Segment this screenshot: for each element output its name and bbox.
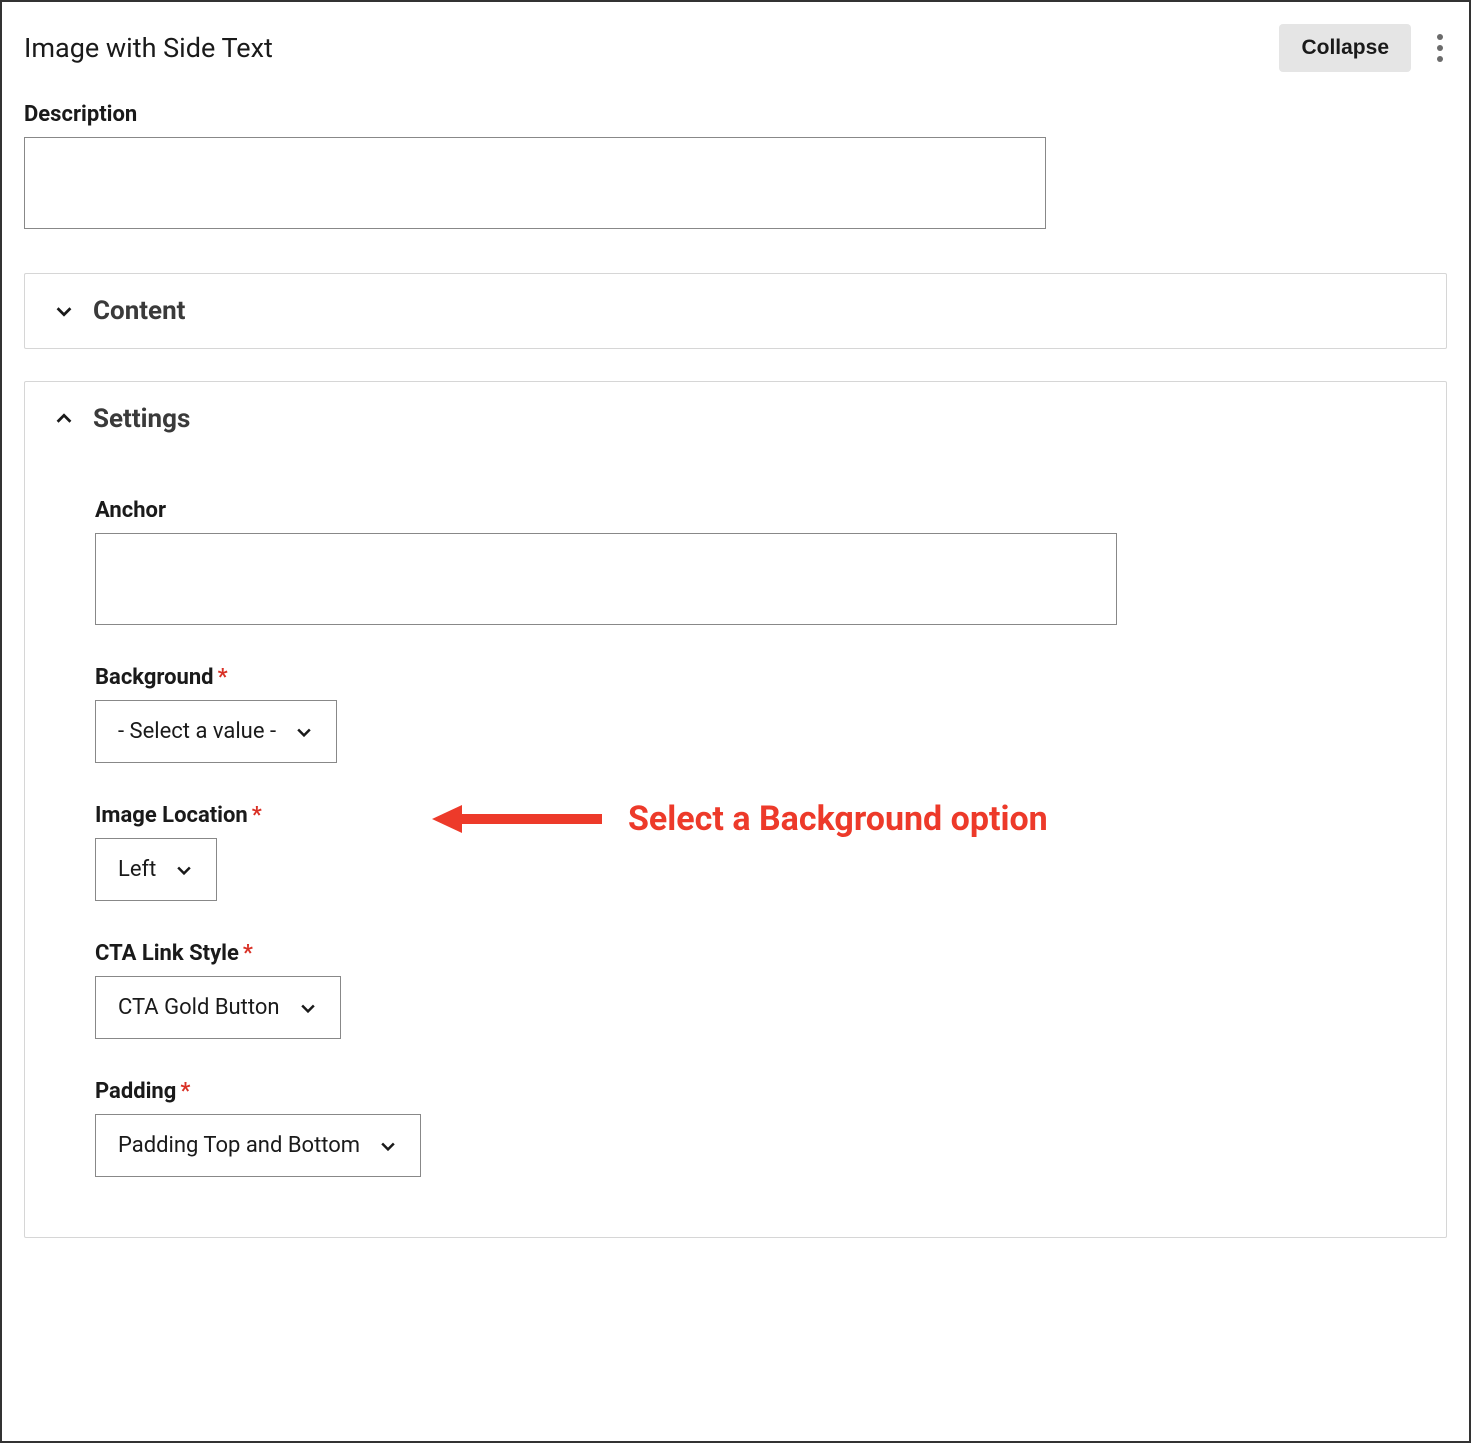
- settings-section-header[interactable]: Settings: [25, 382, 1446, 456]
- padding-field: Padding* Padding Top and Bottom: [95, 1079, 1376, 1177]
- collapse-button[interactable]: Collapse: [1279, 24, 1411, 72]
- description-label: Description: [24, 102, 1447, 127]
- required-indicator: *: [243, 941, 253, 966]
- annotation-text: Select a Background option: [628, 799, 1048, 839]
- chevron-down-icon: [53, 300, 75, 322]
- annotation-callout: Select a Background option: [432, 799, 1048, 839]
- image-location-selected-value: Left: [118, 857, 156, 882]
- anchor-input[interactable]: [95, 533, 1117, 625]
- component-editor-panel: Image with Side Text Collapse Descriptio…: [0, 0, 1471, 1443]
- padding-selected-value: Padding Top and Bottom: [118, 1133, 360, 1158]
- chevron-down-icon: [174, 860, 194, 880]
- cta-link-style-label-text: CTA Link Style: [95, 941, 239, 966]
- panel-header-actions: Collapse: [1279, 24, 1447, 72]
- description-field: Description: [24, 102, 1447, 229]
- required-indicator: *: [180, 1079, 190, 1104]
- cta-link-style-select[interactable]: CTA Gold Button: [95, 976, 341, 1039]
- required-indicator: *: [252, 803, 262, 828]
- background-selected-value: - Select a value -: [118, 719, 276, 744]
- padding-select[interactable]: Padding Top and Bottom: [95, 1114, 421, 1177]
- panel-title: Image with Side Text: [24, 32, 273, 64]
- anchor-field: Anchor: [95, 498, 1376, 625]
- cta-link-style-selected-value: CTA Gold Button: [118, 995, 280, 1020]
- image-location-label-text: Image Location: [95, 803, 248, 828]
- settings-section-title: Settings: [93, 404, 190, 434]
- cta-link-style-label: CTA Link Style*: [95, 941, 1376, 966]
- image-location-select[interactable]: Left: [95, 838, 217, 901]
- settings-body: Anchor Background* - Select a value -: [25, 456, 1446, 1237]
- required-indicator: *: [218, 665, 228, 690]
- chevron-down-icon: [294, 722, 314, 742]
- content-section: Content: [24, 273, 1447, 349]
- background-select[interactable]: - Select a value -: [95, 700, 337, 763]
- content-section-header[interactable]: Content: [25, 274, 1446, 348]
- arrow-left-icon: [432, 801, 602, 837]
- chevron-down-icon: [298, 998, 318, 1018]
- background-field: Background* - Select a value -: [95, 665, 1376, 763]
- panel-header: Image with Side Text Collapse: [24, 24, 1447, 72]
- background-label-text: Background: [95, 665, 214, 690]
- padding-label: Padding*: [95, 1079, 1376, 1104]
- background-label: Background*: [95, 665, 1376, 690]
- more-options-icon[interactable]: [1433, 30, 1447, 66]
- cta-link-style-field: CTA Link Style* CTA Gold Button: [95, 941, 1376, 1039]
- content-section-title: Content: [93, 296, 185, 326]
- chevron-down-icon: [378, 1136, 398, 1156]
- description-input[interactable]: [24, 137, 1046, 229]
- chevron-up-icon: [53, 408, 75, 430]
- anchor-label: Anchor: [95, 498, 1376, 523]
- padding-label-text: Padding: [95, 1079, 176, 1104]
